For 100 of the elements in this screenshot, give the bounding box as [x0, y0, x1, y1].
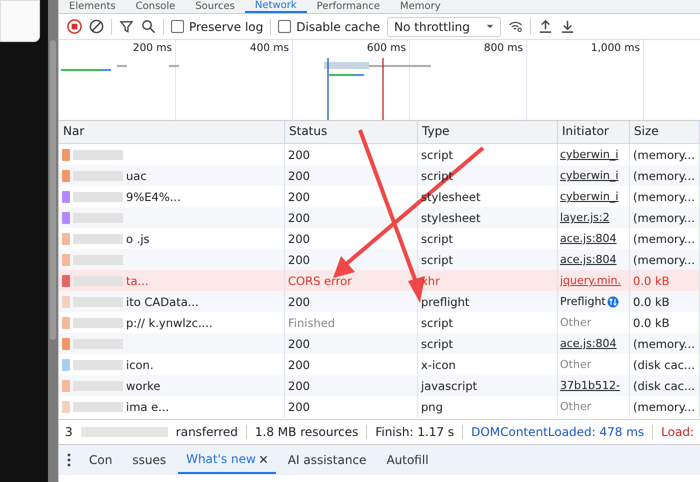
throttling-dropdown[interactable]: No throttling — [387, 16, 502, 36]
upload-icon[interactable] — [538, 19, 554, 34]
size-text: (memory... — [633, 400, 695, 414]
drawer-tab[interactable]: Autofill — [378, 447, 437, 473]
size-text: 0.0 kB — [633, 316, 670, 330]
caret-icon[interactable] — [486, 24, 494, 29]
initiator-link[interactable]: cyberwin_i — [560, 148, 618, 161]
type-text: script — [421, 316, 454, 330]
blurred-block — [73, 360, 123, 370]
initiator-link[interactable]: 37b1b512- — [560, 379, 620, 392]
timeline-tick-label: 600 ms — [366, 42, 406, 54]
status-text: 200 — [288, 148, 310, 162]
size-text: (memory... — [633, 168, 695, 182]
blurred-block — [73, 150, 123, 160]
blurred-block — [73, 338, 123, 348]
wifi-settings-icon[interactable] — [508, 19, 524, 34]
initiator-link[interactable]: layer.js:2 — [560, 211, 610, 224]
initiator-link[interactable]: cyberwin_i — [560, 190, 618, 203]
column-header[interactable]: Nar — [59, 121, 285, 143]
request-name[interactable]: ta... — [126, 274, 149, 288]
type-text: png — [421, 400, 443, 414]
size-text: (disk cac... — [633, 358, 695, 372]
status-text: 200 — [288, 358, 310, 372]
size-text: (memory... — [633, 232, 695, 246]
status-text: 200 — [288, 168, 310, 182]
request-name[interactable]: icon. — [126, 358, 154, 372]
blurred-block — [73, 296, 123, 306]
type-text: preflight — [421, 294, 470, 308]
status-text: 200 — [288, 378, 310, 392]
timeline-tick-label: 400 ms — [250, 42, 289, 54]
initiator-text: Other — [560, 358, 592, 371]
column-header[interactable]: Size — [630, 121, 700, 143]
panel-tab[interactable]: Network — [244, 0, 307, 13]
preserve-log-checkbox[interactable]: Preserve log — [171, 20, 264, 34]
blurred-block — [73, 380, 123, 390]
request-name[interactable]: 9%E4%... — [126, 190, 181, 204]
request-name[interactable]: ito CAData... — [126, 294, 199, 308]
blurred-block — [73, 212, 123, 222]
panel-tab[interactable]: Sources — [185, 0, 245, 13]
status-text: 200 — [288, 252, 310, 266]
clear-icon[interactable] — [89, 19, 104, 34]
type-text: x-icon — [421, 358, 456, 372]
more-options-icon[interactable] — [67, 453, 71, 467]
panel-tab[interactable]: Console — [126, 0, 186, 13]
column-header[interactable]: Initiator — [558, 121, 630, 143]
drawer-tab[interactable]: AI assistance — [280, 447, 374, 473]
summary-text: 3 — [65, 425, 73, 439]
status-text: 200 — [288, 210, 310, 224]
blurred-block — [73, 234, 123, 244]
close-icon[interactable] — [258, 454, 268, 464]
initiator-text: Other — [560, 316, 592, 329]
type-text: script — [421, 336, 454, 350]
initiator-link[interactable]: ace.js:804 — [560, 337, 617, 350]
status-text: 200 — [288, 294, 310, 308]
disable-cache-checkbox[interactable]: Disable cache — [278, 20, 380, 34]
initiator-link[interactable]: jquery.min. — [560, 274, 621, 287]
type-text: javascript — [421, 378, 478, 392]
drawer-tab[interactable]: What's new — [178, 446, 276, 474]
initiator-text: Other — [560, 400, 592, 413]
type-text: script — [421, 148, 454, 162]
summary-text: 1.8 MB resources — [254, 425, 358, 439]
request-name[interactable]: o .js — [126, 232, 150, 246]
summary-text: Finish: 1.17 s — [375, 425, 454, 439]
preflight-icon[interactable] — [606, 296, 619, 308]
size-text: (memory... — [633, 336, 695, 350]
column-header[interactable]: Status — [285, 121, 418, 143]
blurred-block — [73, 192, 123, 202]
drawer-tab[interactable]: Con — [81, 447, 120, 473]
request-name[interactable]: worke — [126, 378, 160, 392]
initiator-link[interactable]: ace.js:804 — [560, 253, 617, 266]
download-icon[interactable] — [560, 19, 576, 34]
request-name[interactable]: p:// k.ynwlzc.... — [126, 316, 213, 330]
blurred-block — [73, 254, 123, 264]
size-text: 0.0 kB — [633, 274, 670, 288]
initiator-text: Preflight — [560, 295, 606, 308]
initiator-link[interactable]: ace.js:804 — [560, 232, 617, 245]
record-icon[interactable] — [67, 19, 82, 34]
filter-icon[interactable] — [119, 19, 134, 34]
type-text: script — [421, 232, 454, 246]
timeline-tick-label: 200 ms — [132, 42, 172, 54]
type-text: stylesheet — [421, 210, 481, 224]
request-name[interactable]: ima e... — [126, 400, 170, 414]
search-icon[interactable] — [141, 19, 156, 34]
status-text: Finished — [288, 316, 336, 330]
panel-tab[interactable]: Memory — [390, 0, 451, 13]
summary-text: DOMContentLoaded: 478 ms — [471, 425, 644, 439]
panel-tab[interactable]: Elements — [59, 0, 126, 13]
initiator-link[interactable]: cyberwin_i — [560, 169, 618, 182]
column-header[interactable]: Type — [418, 121, 558, 143]
status-text: CORS error — [288, 274, 352, 288]
drawer-tab[interactable]: ssues — [124, 447, 174, 473]
request-name[interactable]: uac — [126, 168, 147, 182]
status-text: 200 — [288, 400, 310, 414]
type-text: script — [421, 252, 454, 266]
scrollbar[interactable] — [48, 0, 58, 482]
panel-tab[interactable]: Performance — [306, 0, 390, 13]
size-text: 0.0 kB — [633, 294, 670, 308]
blurred-block — [73, 170, 123, 180]
blurred-block — [73, 318, 123, 328]
status-text: 200 — [288, 336, 310, 350]
